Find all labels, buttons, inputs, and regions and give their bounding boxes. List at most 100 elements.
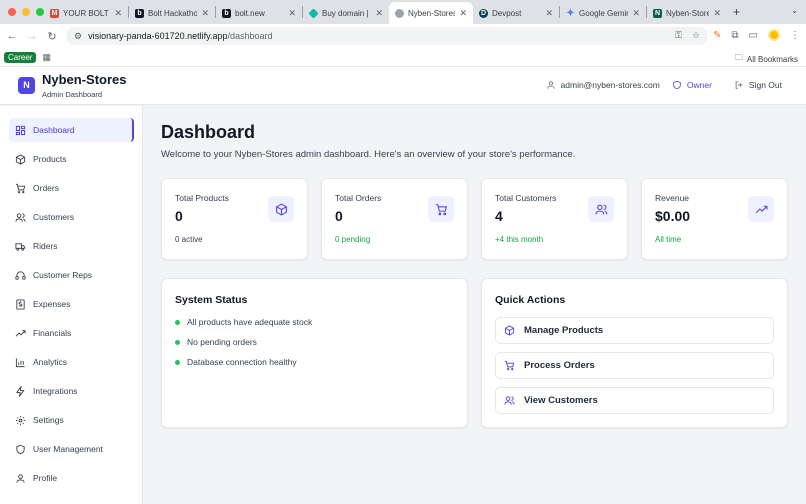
sidebar-item-user-management[interactable]: User Management (9, 437, 134, 461)
apps-grid-icon[interactable]: ▦ (42, 52, 51, 63)
stat-card-total-products: Total Products 0 0 active (161, 178, 308, 260)
users-icon (504, 396, 515, 405)
sidebar-item-riders[interactable]: Riders (9, 234, 134, 258)
close-tab-icon[interactable]: ✕ (201, 8, 209, 19)
users-icon (15, 212, 26, 222)
headset-icon (15, 270, 26, 280)
sidebar-item-customer-reps[interactable]: Customer Reps (9, 263, 134, 287)
gemini-icon: ✦ (566, 7, 575, 19)
browser-toolbar: ← → ↻ ⚙ visionary-panda-601720.netlify.a… (0, 24, 806, 48)
cart-icon (435, 203, 447, 215)
close-tab-icon[interactable]: ✕ (713, 8, 721, 19)
back-arrow-icon[interactable]: ← (2, 30, 22, 42)
sidebar-item-dashboard[interactable]: Dashboard (9, 118, 134, 142)
status-ok-dot (175, 319, 180, 325)
devpost-icon: D (479, 8, 488, 18)
close-tab-icon[interactable]: ✕ (288, 8, 296, 19)
status-item: All products have adequate stock (175, 317, 312, 327)
site-info-icon[interactable]: ⚙ (74, 31, 82, 42)
close-tab-icon[interactable]: ✕ (545, 8, 553, 19)
status-ok-dot (175, 339, 180, 345)
sidebar: Dashboard Products Orders Customers Ride… (0, 106, 143, 504)
package-icon (504, 325, 515, 336)
window-controls (0, 8, 44, 16)
process-orders-button[interactable]: Process Orders (495, 352, 774, 379)
stat-card-revenue: Revenue $0.00 All time (641, 178, 788, 260)
quick-actions-title: Quick Actions (495, 294, 566, 306)
browser-tab[interactable]: Buy domain | E... ✕ (303, 2, 389, 24)
sidebar-item-analytics[interactable]: Analytics (9, 350, 134, 374)
trend-icon (15, 329, 26, 337)
browser-tab-active[interactable]: Nyben-Stores ✕ (389, 2, 473, 24)
bookmarks-bar: Career ▦ 🗀 All Bookmarks (0, 48, 806, 67)
sidebar-item-profile[interactable]: Profile (9, 466, 134, 490)
package-icon (15, 153, 26, 165)
sidepanel-icon[interactable]: ▭ (749, 30, 758, 41)
bookmark-career[interactable]: Career (4, 51, 37, 63)
maximize-window-button[interactable] (36, 8, 44, 16)
brand-name: Nyben-Stores (42, 72, 127, 87)
user-info: admin@nyben-stores.com (546, 80, 660, 90)
user-icon (16, 473, 25, 483)
profile-avatar[interactable] (768, 29, 780, 41)
page-title: Dashboard (161, 122, 256, 142)
minimize-window-button[interactable] (22, 8, 30, 16)
forward-arrow-icon[interactable]: → (22, 30, 42, 42)
new-tab-button[interactable]: + (727, 5, 746, 19)
sidebar-item-expenses[interactable]: Expenses (9, 292, 134, 316)
main-content: Dashboard Welcome to your Nyben-Stores a… (144, 106, 806, 504)
shield-icon (16, 444, 25, 454)
status-ok-dot (175, 359, 180, 365)
close-tab-icon[interactable]: ✕ (459, 8, 467, 19)
truck-icon (15, 242, 26, 251)
sidebar-item-orders[interactable]: Orders (9, 176, 134, 200)
extensions-puzzle-icon[interactable]: ⧉ (731, 30, 738, 41)
reload-icon[interactable]: ↻ (42, 30, 62, 43)
view-customers-button[interactable]: View Customers (495, 387, 774, 414)
close-tab-icon[interactable]: ✕ (375, 8, 383, 19)
sidebar-item-products[interactable]: Products (9, 147, 134, 171)
stat-card-total-customers: Total Customers 4 +4 this month (481, 178, 628, 260)
nyben-icon: N (653, 8, 662, 18)
sidebar-item-integrations[interactable]: Integrations (9, 379, 134, 403)
close-tab-icon[interactable]: ✕ (114, 8, 122, 19)
url-host: visionary-panda-601720.netlify.app (88, 31, 228, 41)
diamond-icon (308, 7, 319, 19)
globe-icon (395, 8, 404, 18)
bookmark-star-icon[interactable]: ☆ (692, 30, 700, 41)
browser-menu-icon[interactable]: ⋮ (790, 30, 800, 41)
gmail-icon: M (50, 8, 59, 18)
tab-search-icon[interactable]: ⌄ (791, 6, 798, 15)
brand-subtitle: Admin Dashboard (42, 90, 103, 99)
cart-icon (504, 360, 515, 371)
folder-icon: 🗀 (734, 53, 743, 62)
system-status-title: System Status (175, 294, 248, 306)
sidebar-item-financials[interactable]: Financials (9, 321, 134, 345)
quick-actions-card: Quick Actions Manage Products Process Or… (481, 278, 788, 428)
system-status-card: System Status All products have adequate… (161, 278, 468, 428)
browser-tab[interactable]: M YOUR BOLT B... ✕ (44, 2, 128, 24)
receipt-icon (16, 298, 25, 310)
sidebar-item-settings[interactable]: Settings (9, 408, 134, 432)
gear-icon (15, 415, 26, 425)
browser-tab[interactable]: ✦ Google Gemini ✕ (560, 2, 646, 24)
dashboard-icon (15, 125, 26, 135)
close-tab-icon[interactable]: ✕ (632, 8, 640, 19)
all-bookmarks[interactable]: 🗀 All Bookmarks (735, 52, 798, 66)
browser-tab[interactable]: N Nyben-Store | ✕ (647, 2, 727, 24)
close-window-button[interactable] (8, 8, 16, 16)
manage-products-button[interactable]: Manage Products (495, 317, 774, 344)
browser-tab[interactable]: b bolt.new ✕ (216, 2, 302, 24)
sign-out-button[interactable]: Sign Out (734, 80, 782, 90)
address-bar[interactable]: ⚙ visionary-panda-601720.netlify.app/das… (66, 27, 708, 45)
browser-tab[interactable]: D Devpost ✕ (473, 2, 559, 24)
stat-card-total-orders: Total Orders 0 0 pending (321, 178, 468, 260)
extension-pen-icon[interactable]: ✎ (713, 30, 721, 41)
url-path: /dashboard (227, 31, 273, 41)
browser-tab[interactable]: b Bolt Hackathon ✕ (129, 2, 215, 24)
role-badge: Owner (672, 80, 712, 90)
password-key-icon[interactable]: ⚿ (675, 30, 682, 41)
logout-icon (735, 81, 743, 89)
browser-tab-strip: M YOUR BOLT B... ✕ b Bolt Hackathon ✕ b … (0, 0, 806, 24)
sidebar-item-customers[interactable]: Customers (9, 205, 134, 229)
